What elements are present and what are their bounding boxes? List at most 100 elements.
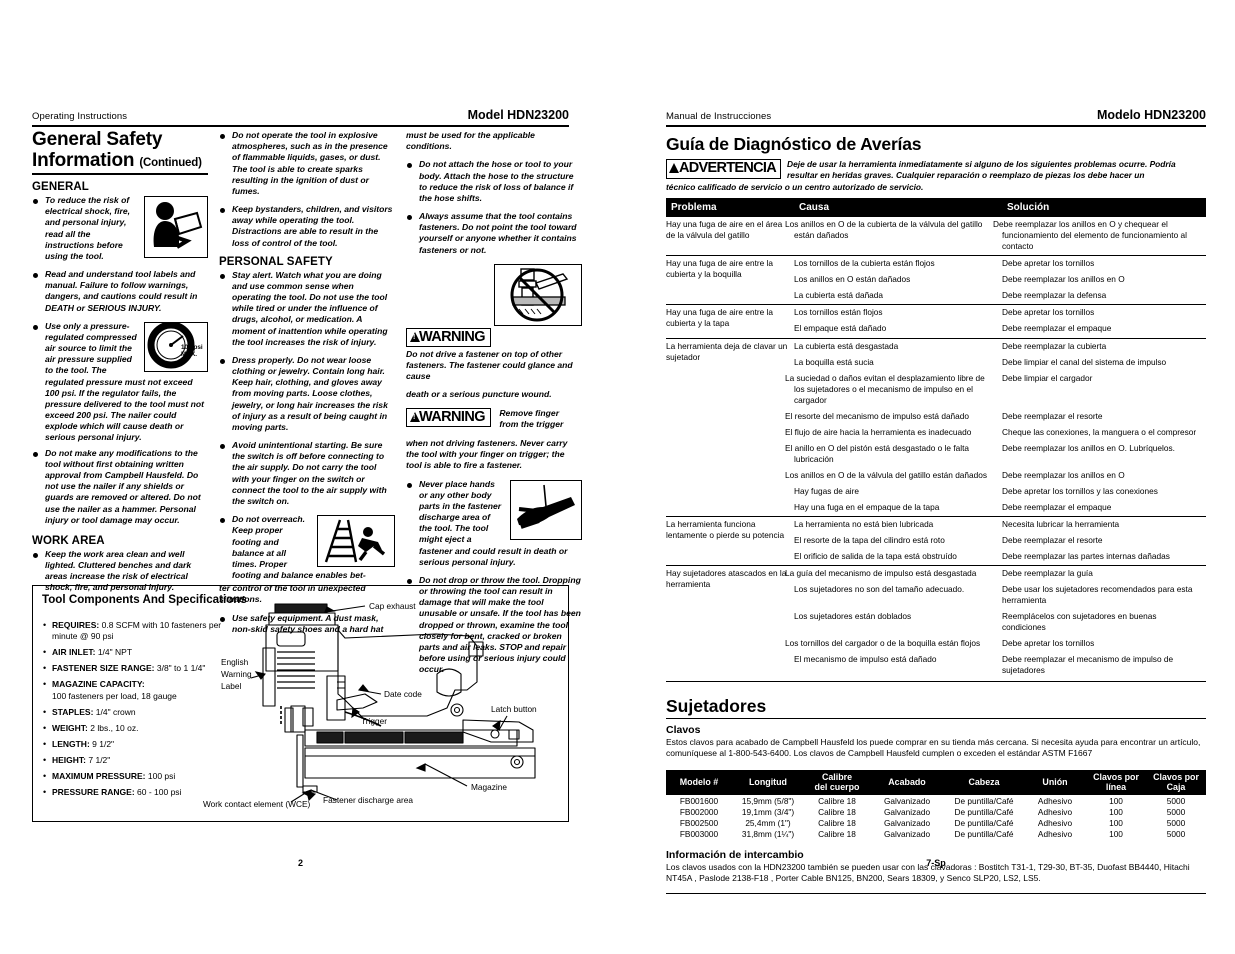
- warning-1-text-after: death or a serious puncture wound.: [406, 389, 552, 400]
- cell-causa: La cubierta está desgastada: [794, 340, 899, 351]
- cell-causa: Los anillos en O de la cubierta de la vá…: [785, 219, 983, 241]
- cell-solucion: Debe reemplazar el mecanismo de impulso …: [1002, 654, 1174, 676]
- spec-item: HEIGHT: 7 1/2": [43, 754, 238, 767]
- nail-col-modelo: Modelo #: [666, 770, 732, 795]
- spec-value: 3/8" to 1 1/4": [156, 663, 206, 674]
- label-work-contact-element: Work contact element (WCE): [203, 799, 311, 809]
- read-manual-icon: [144, 196, 208, 259]
- cell-causa: El resorte de la tapa del cilindro está …: [794, 534, 945, 545]
- list-item: Read and understand tool labels and manu…: [32, 269, 208, 314]
- spec-value: 1/4" NPT: [97, 647, 133, 658]
- nail-table-row: FB001600 15,9mm (5/8") Calibre 18 Galvaniza…: [666, 795, 1206, 806]
- cell-causa: El empaque está dañado: [794, 323, 887, 334]
- header-rule-left: [32, 125, 569, 127]
- right-page-body: Guía de Diagnóstico de Averías ADVERTENC…: [666, 134, 1206, 895]
- cell-problema: Hay una fuga de aire en el área de la vá…: [666, 219, 783, 241]
- cell-solucion: Debe limpiar el cargador: [1002, 372, 1093, 383]
- cell-problema: Hay una fuga de aire entre la cubierta y…: [666, 258, 774, 280]
- advertencia-text-2: técnico calificado de servicio o un cent…: [666, 181, 924, 192]
- nail-cell: De puntilla/Café: [954, 795, 1014, 806]
- table-row: La herramienta deja de clavar un sujetad…: [666, 338, 1206, 362]
- nail-cell: 19,1mm (3/4"): [741, 806, 795, 817]
- nail-cell: 15,9mm (5/8"): [741, 795, 795, 806]
- cell-solucion: Debe apretar los tornillos: [1002, 258, 1095, 269]
- label-latch-button: Latch button: [491, 704, 537, 714]
- continued-label: (Continued): [139, 156, 202, 169]
- label-magazine: Magazine: [471, 782, 507, 792]
- spec-label: MAGAZINE CAPACITY:: [52, 679, 145, 690]
- spec-value: 7 1/2": [88, 754, 111, 765]
- label-trigger: Trigger: [361, 716, 387, 726]
- nail-col-calibre: Calibre del cuerpo: [804, 770, 870, 795]
- table-row: La herramienta funciona lentamente o pie…: [666, 516, 1206, 540]
- cell-solucion: Debe reemplazar el empaque: [1002, 323, 1112, 334]
- title-rule: [32, 173, 208, 176]
- page-title: General Safety Information (Continued): [32, 129, 202, 171]
- cell-problema: La herramienta funciona lentamente o pie…: [666, 518, 785, 540]
- spec-item: MAXIMUM PRESSURE: 100 psi: [43, 770, 238, 783]
- cell-causa: El resorte del mecanismo de impulso está…: [785, 410, 970, 421]
- column-b: Do not operate the tool in explosive atm…: [219, 130, 395, 642]
- cell-causa: Los sujetadores no son del tamaño adecua…: [794, 584, 965, 594]
- cell-causa: Los anillos en O de la válvula del gatil…: [785, 469, 988, 480]
- cell-solucion: Debe reemplazar el empaque: [1002, 501, 1112, 512]
- right-page-header: Manual de Instrucciones Modelo HDN23200: [666, 108, 1206, 127]
- table-row: Hay una fuga de aire entre la cubierta y…: [666, 255, 1206, 279]
- troubleshooting-title: Guía de Diagnóstico de Averías: [666, 134, 922, 154]
- cell-solucion: Cheque las conexiones, la manguera o el …: [1002, 426, 1197, 437]
- column-header-problema: Problema: [666, 198, 794, 218]
- nail-cell: Galvanizado: [883, 806, 931, 817]
- tool-components-box: Tool Components And Specifications REQUI…: [32, 585, 569, 822]
- nail-cell: 100: [1109, 806, 1123, 817]
- spec-label: STAPLES:: [52, 706, 94, 717]
- nail-cell: FB002000: [679, 806, 719, 817]
- spec-label: LENGTH:: [52, 738, 90, 749]
- nail-cell: Adhesivo: [1037, 806, 1073, 817]
- nail-cell: Calibre 18: [818, 829, 856, 840]
- table-row: Hay sujetadores atascados en la herramie…: [666, 565, 1206, 589]
- nail-cell: FB003000: [679, 829, 719, 840]
- nail-cell: FB001600: [679, 795, 719, 806]
- list-item: Avoid unintentional starting. Be sure th…: [219, 440, 395, 507]
- nail-cell: 100: [1109, 818, 1123, 829]
- nail-cell: 5000: [1166, 818, 1186, 829]
- left-page-header: Operating Instructions Model HDN23200: [32, 108, 569, 127]
- nail-cell: 31,8mm (1¼"): [741, 829, 795, 840]
- nail-specification-table: Modelo # Longitud Calibre del cuerpo Acab…: [666, 770, 1206, 840]
- label-fastener-discharge: Fastener discharge area: [323, 795, 413, 805]
- ladder-fall-icon: [317, 515, 395, 568]
- nail-col-cabeza: Cabeza: [944, 770, 1024, 795]
- warning-2-text: Remove finger from the trigger: [499, 407, 564, 429]
- cell-solucion: Debe reemplazar los anillos en O: [1002, 274, 1125, 285]
- nailer-diagram: Cap exhaust Date code Latch button Trigg…: [250, 601, 537, 805]
- spec-label: PRESSURE RANGE:: [52, 786, 135, 797]
- spec-label: FASTENER SIZE RANGE:: [52, 663, 155, 674]
- cell-causa: La cubierta está dañada: [794, 290, 884, 301]
- nail-cell: 5000: [1166, 829, 1186, 840]
- nail-cell: Calibre 18: [818, 818, 856, 829]
- nail-cell: Calibre 18: [818, 806, 856, 817]
- cell-solucion: Debe apretar los tornillos y las conexio…: [1002, 485, 1158, 496]
- nail-table-row: FB002000 19,1mm (3/4") Calibre 18 Galvaniza…: [666, 806, 1206, 817]
- nail-cell: De puntilla/Café: [954, 806, 1014, 817]
- nail-cell: Adhesivo: [1037, 829, 1073, 840]
- spec-value: 2 lbs., 10 oz.: [90, 722, 139, 733]
- nail-cell: 5000: [1166, 795, 1186, 806]
- spec-item: AIR INLET: 1/4" NPT: [43, 646, 238, 659]
- nail-cell: 5000: [1166, 806, 1186, 817]
- cell-solucion: Debe reemplazar los anillos en O: [1002, 469, 1125, 480]
- table-bottom-rule: [666, 681, 1206, 683]
- list-item: Dress properly. Do not wear loose clothi…: [219, 355, 395, 433]
- no-double-fastener-glyph: [510, 268, 569, 322]
- spec-value: 1/4" crown: [95, 706, 136, 717]
- gauge-label: 100 psi MAX.: [181, 343, 203, 358]
- nail-cell: De puntilla/Café: [954, 829, 1014, 840]
- heading-work-area: WORK AREA: [32, 534, 105, 547]
- cell-solucion: Debe usar los sujetadores recomendados p…: [1002, 584, 1193, 606]
- list-item: Never place hands or any other body part…: [406, 479, 582, 568]
- column-header-solucion: Solución: [1002, 198, 1206, 218]
- cell-causa: Los tornillos de la cubierta están flojo…: [794, 258, 935, 269]
- personal-safety-list: Stay alert. Watch what you are doing and…: [219, 270, 395, 581]
- running-head-right: Manual de Instrucciones: [666, 111, 772, 122]
- cell-causa: La herramienta no está bien lubricada: [794, 518, 934, 529]
